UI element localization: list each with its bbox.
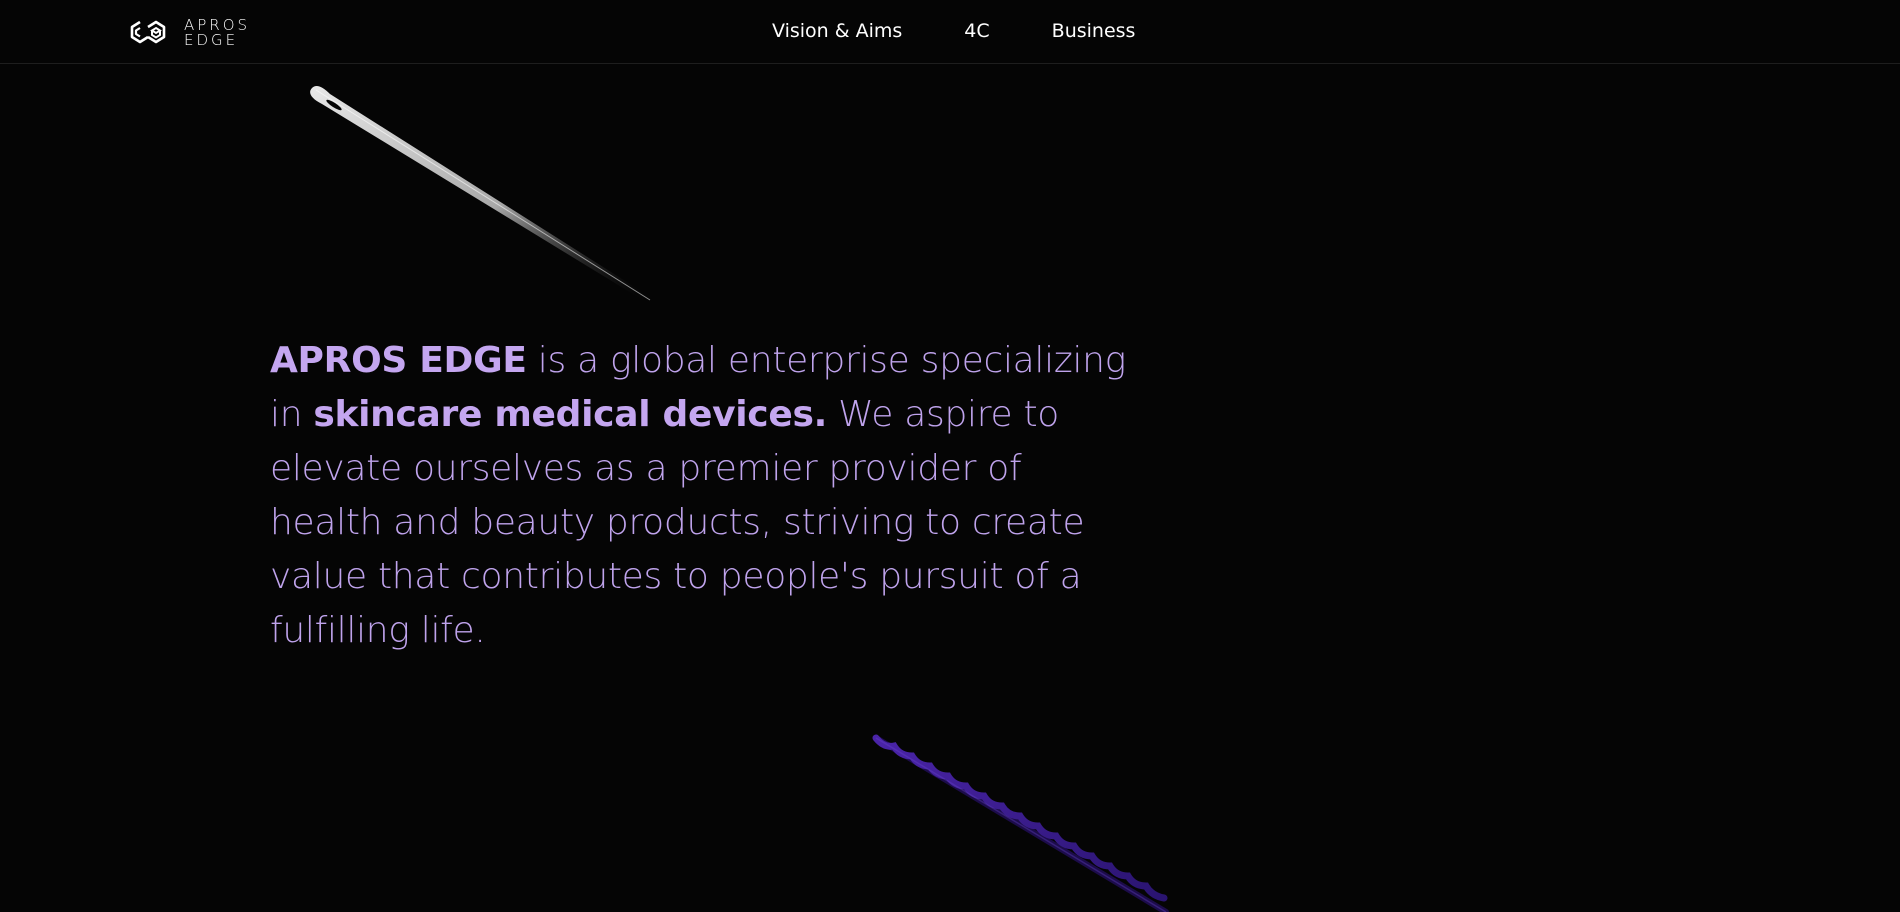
- nav-4c[interactable]: 4C: [964, 18, 989, 44]
- main-nav: Vision & Aims 4C Business: [772, 18, 1135, 44]
- page: APROS EDGE Vision & Aims 4C Business APR…: [0, 0, 1900, 912]
- hero-brand-name: APROS EDGE: [270, 340, 527, 381]
- hero-highlight: skincare medical devices.: [313, 394, 827, 435]
- apros-edge-logo-icon: [130, 20, 166, 44]
- logo[interactable]: APROS EDGE: [130, 15, 250, 51]
- nav-business[interactable]: Business: [1052, 18, 1136, 44]
- site-header: APROS EDGE Vision & Aims 4C Business: [0, 0, 1900, 64]
- hero-statement: APROS EDGE is a global enterprise specia…: [270, 334, 1130, 658]
- purple-thread-needle-image: [872, 734, 1169, 912]
- silver-needle-image: [310, 86, 652, 302]
- nav-vision-aims[interactable]: Vision & Aims: [772, 18, 902, 44]
- logo-wordmark: APROS EDGE: [184, 18, 250, 48]
- logo-line-2: EDGE: [184, 31, 239, 49]
